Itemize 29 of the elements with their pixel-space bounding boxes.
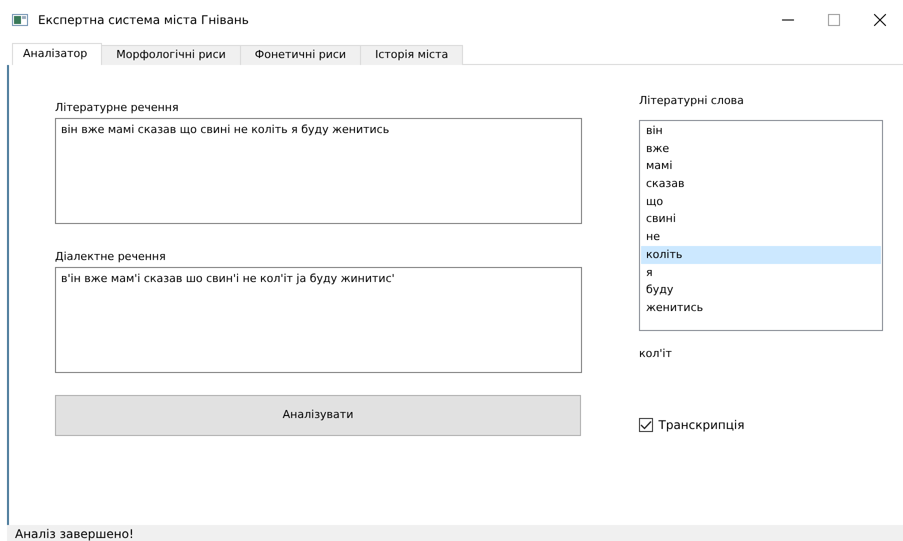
maximize-icon[interactable] bbox=[828, 14, 840, 26]
transcription-checkbox[interactable] bbox=[639, 418, 653, 432]
tab[interactable]: Фонетичні риси bbox=[240, 45, 362, 65]
list-item[interactable]: вже bbox=[641, 140, 881, 158]
tab[interactable]: Морфологічні риси bbox=[101, 45, 241, 65]
dialect-sentence-field[interactable]: в'ін вже мам'і сказав шо свин'і не кол'іт ја буду жинитис' bbox=[55, 266, 582, 372]
list-item[interactable]: я bbox=[641, 264, 881, 282]
tab[interactable]: Історія міста bbox=[360, 45, 464, 65]
tab[interactable]: Аналізатор bbox=[12, 43, 102, 65]
status-bar: Аналіз завершено! bbox=[7, 525, 903, 541]
list-item[interactable]: сказав bbox=[641, 175, 881, 193]
literary-sentence-field[interactable]: він вже мамі сказав що свині не коліть я буду женитись bbox=[55, 118, 582, 224]
close-icon[interactable] bbox=[874, 14, 886, 26]
list-item[interactable]: він bbox=[641, 122, 881, 140]
field-label: Діалектне речення bbox=[55, 250, 167, 264]
list-item[interactable]: що bbox=[641, 192, 881, 210]
checkbox-label: Транскрипція bbox=[658, 417, 744, 434]
list-item[interactable]: коліть bbox=[641, 246, 881, 264]
app-icon bbox=[12, 14, 28, 26]
list-item[interactable]: женитись bbox=[641, 298, 881, 317]
dialect-word: кол'іт bbox=[639, 347, 673, 361]
list-item[interactable]: свині bbox=[641, 210, 881, 228]
window-title: Експертна система міста Гнівань bbox=[38, 12, 250, 29]
field-label: Літературне речення bbox=[55, 101, 180, 115]
list-item[interactable]: буду bbox=[641, 281, 881, 299]
list-label: Літературні слова bbox=[639, 94, 745, 108]
list-item[interactable]: мамі bbox=[641, 157, 881, 176]
list-item[interactable]: не bbox=[641, 228, 881, 246]
analyze-button[interactable]: Аналізувати bbox=[55, 394, 581, 436]
